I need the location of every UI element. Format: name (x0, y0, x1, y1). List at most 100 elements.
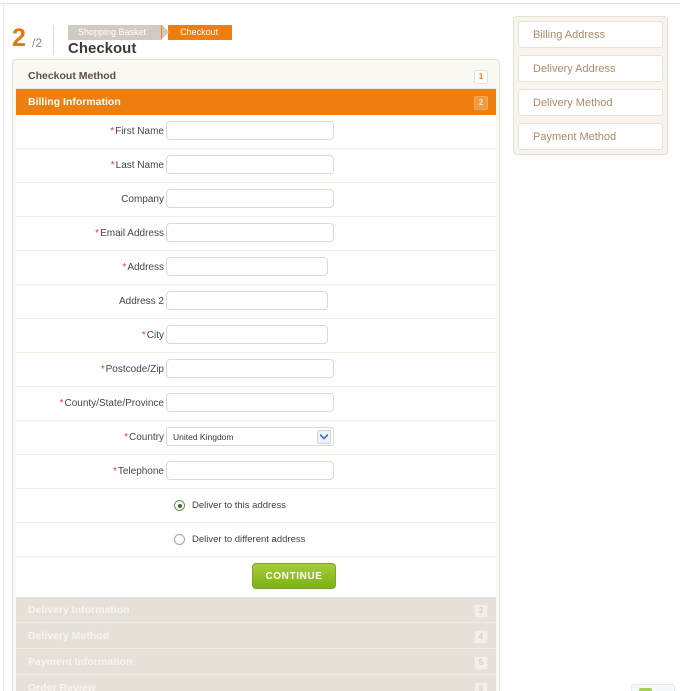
radio-label: Deliver to different address (192, 534, 306, 545)
sidebar-item-payment-method[interactable]: Payment Method (518, 123, 663, 150)
radio-row-deliver-to-this-address[interactable]: Deliver to this address (16, 489, 496, 523)
page-title: Checkout (68, 40, 137, 57)
telephone-input[interactable] (166, 461, 334, 480)
label-text: Address (127, 262, 164, 273)
email-address-input[interactable] (166, 223, 334, 242)
address-2-input[interactable] (166, 291, 328, 310)
chevron-down-icon[interactable] (317, 430, 331, 444)
radio-deliver-to-different-address[interactable] (174, 534, 185, 545)
form-row-address: *Address (16, 251, 496, 285)
required-marker: * (124, 432, 128, 443)
continue-button[interactable]: CONTINUE (252, 563, 336, 589)
required-marker: * (110, 160, 115, 171)
label-text: County/State/Province (64, 398, 165, 409)
label-text: Company (121, 194, 164, 205)
required-marker: * (59, 398, 64, 409)
section-title: Delivery Information (28, 604, 130, 616)
section-header-order-review[interactable]: Order Review 6 (16, 675, 496, 691)
section-step-badge: 3 (474, 604, 488, 618)
section-step-badge: 1 (474, 70, 488, 84)
breadcrumb: Shopping Basket Checkout (68, 25, 233, 40)
label-address-2: Address 2 (119, 285, 164, 318)
company-input[interactable] (166, 189, 334, 208)
step-current-number: 2 (12, 24, 26, 52)
required-marker: * (100, 364, 105, 375)
label-address: *Address (122, 251, 164, 284)
section-step-badge: 5 (474, 656, 488, 670)
form-row-postcode-zip: *Postcode/Zip (16, 353, 496, 387)
radio-row-deliver-to-different-address[interactable]: Deliver to different address (16, 523, 496, 557)
label-email-address: *Email Address (95, 217, 164, 250)
country-select[interactable]: United Kingdom (166, 427, 334, 446)
label-postcode-zip: *Postcode/Zip (101, 353, 164, 386)
form-row-country: *Country United Kingdom (16, 421, 496, 455)
sidebar-item-delivery-method[interactable]: Delivery Method (518, 89, 663, 116)
checkout-accordion: Checkout Method 1 Billing Information 2 … (12, 59, 500, 691)
label-text: Address 2 (118, 296, 164, 307)
breadcrumb-item-shopping-basket[interactable]: Shopping Basket (68, 25, 170, 40)
section-header-checkout-method[interactable]: Checkout Method 1 (16, 63, 496, 89)
label-text: Email Address (100, 228, 164, 239)
billing-information-form: *First Name *Last Name Company *Email Ad… (16, 115, 496, 597)
label-country: *Country (124, 421, 164, 454)
label-text: Postcode/Zip (105, 364, 164, 375)
section-header-delivery-information[interactable]: Delivery Information 3 (16, 597, 496, 623)
postcode-zip-input[interactable] (166, 359, 334, 378)
label-first-name: *First Name (110, 115, 164, 148)
radio-label: Deliver to this address (192, 500, 286, 511)
bottom-edge-widget[interactable] (631, 684, 675, 691)
form-row-first-name: *First Name (16, 115, 496, 149)
radio-deliver-to-this-address[interactable] (174, 500, 185, 511)
section-step-badge: 2 (474, 96, 488, 110)
section-title: Payment Information (28, 656, 133, 668)
required-marker: * (110, 126, 115, 137)
label-company: Company (121, 183, 164, 216)
breadcrumb-item-checkout[interactable]: Checkout (161, 25, 233, 40)
label-telephone: *Telephone (113, 455, 164, 488)
section-title: Order Review (28, 682, 96, 691)
form-row-address-2: Address 2 (16, 285, 496, 319)
last-name-input[interactable] (166, 155, 334, 174)
page-header: 2 /2 Shopping Basket Checkout Checkout (12, 12, 492, 57)
section-title: Checkout Method (28, 70, 117, 82)
checkout-progress-sidebar: Billing Address Delivery Address Deliver… (513, 16, 668, 155)
label-text: Telephone (117, 466, 164, 477)
form-row-last-name: *Last Name (16, 149, 496, 183)
label-last-name: *Last Name (111, 149, 164, 182)
page-left-rule (3, 3, 4, 691)
form-row-company: Company (16, 183, 496, 217)
label-text: City (146, 330, 164, 341)
section-header-billing-information[interactable]: Billing Information 2 (16, 89, 496, 115)
required-marker: * (112, 466, 117, 477)
city-input[interactable] (166, 325, 328, 344)
country-selected-value: United Kingdom (173, 432, 234, 442)
county-state-province-input[interactable] (166, 393, 334, 412)
sidebar-item-delivery-address[interactable]: Delivery Address (518, 55, 663, 82)
section-header-payment-information[interactable]: Payment Information 5 (16, 649, 496, 675)
form-actions: CONTINUE (16, 557, 496, 597)
header-divider (53, 25, 54, 55)
form-row-email-address: *Email Address (16, 217, 496, 251)
section-step-badge: 6 (474, 682, 488, 691)
label-text: Last Name (115, 160, 164, 171)
page-top-rule (0, 3, 680, 4)
section-step-badge: 4 (474, 630, 488, 644)
required-marker: * (95, 228, 100, 239)
address-input[interactable] (166, 257, 328, 276)
form-row-county-state-province: *County/State/Province (16, 387, 496, 421)
form-row-telephone: *Telephone (16, 455, 496, 489)
required-marker: * (141, 330, 146, 341)
sidebar-item-billing-address[interactable]: Billing Address (518, 21, 663, 48)
form-row-city: *City (16, 319, 496, 353)
label-text: Country (128, 432, 164, 443)
section-title: Delivery Method (28, 630, 110, 642)
section-title: Billing Information (28, 96, 121, 108)
step-total-number: /2 (32, 36, 43, 50)
first-name-input[interactable] (166, 121, 334, 140)
required-marker: * (122, 262, 127, 273)
label-city: *City (142, 319, 164, 352)
label-county-state-province: *County/State/Province (60, 387, 164, 420)
checkout-page: 2 /2 Shopping Basket Checkout Checkout Ch… (0, 0, 680, 691)
label-text: First Name (115, 126, 164, 137)
section-header-delivery-method[interactable]: Delivery Method 4 (16, 623, 496, 649)
